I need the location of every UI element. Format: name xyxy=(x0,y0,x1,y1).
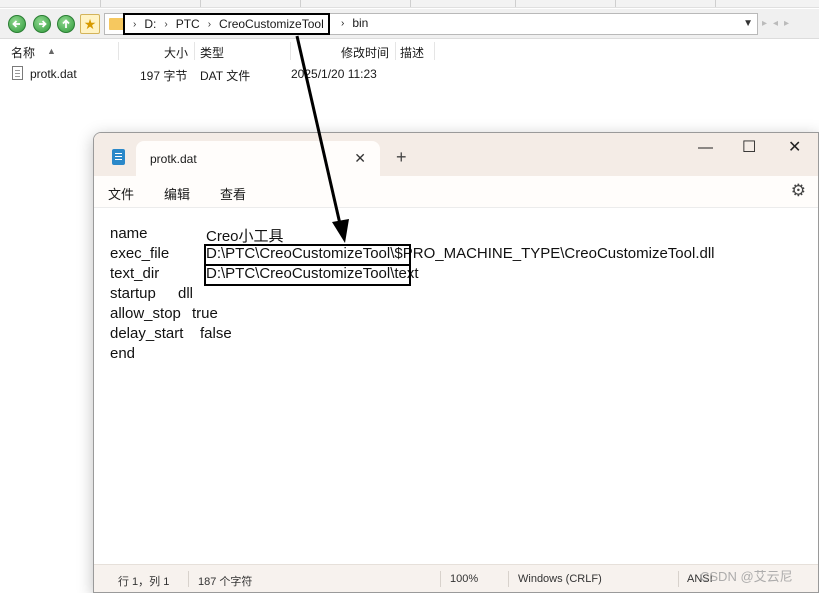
up-button[interactable] xyxy=(57,15,75,33)
document-icon xyxy=(12,66,23,80)
column-divider[interactable] xyxy=(118,42,119,60)
column-divider[interactable] xyxy=(290,42,291,60)
text-line: delay_start false xyxy=(110,325,232,342)
maximize-icon[interactable]: ☐ xyxy=(742,137,756,157)
status-line-ending: Windows (CRLF) xyxy=(518,573,602,585)
notepad-window: protk.dat ✕ + — ☐ ✕ 文件 编辑 查看 ⚙ name Creo… xyxy=(93,132,819,593)
menu-edit[interactable]: 编辑 xyxy=(164,184,190,203)
column-divider[interactable] xyxy=(194,42,195,60)
gear-icon[interactable]: ⚙ xyxy=(791,181,806,201)
path-highlight-box xyxy=(204,264,411,286)
close-tab-icon[interactable]: ✕ xyxy=(354,150,366,167)
tab-title: protk.dat xyxy=(150,152,197,166)
status-divider xyxy=(508,571,509,587)
file-name: protk.dat xyxy=(30,67,77,81)
back-arrow-icon xyxy=(12,20,20,28)
column-type[interactable]: 类型 xyxy=(200,44,224,61)
sort-up-icon: ▲ xyxy=(47,46,56,56)
menu-view[interactable]: 查看 xyxy=(220,184,246,203)
watermark: CSDN @艾云尼 xyxy=(700,569,793,584)
star-icon: ★ xyxy=(83,15,97,32)
column-divider[interactable] xyxy=(434,42,435,60)
breadcrumb-item[interactable]: › D: xyxy=(129,17,156,31)
notepad-app-icon xyxy=(112,149,125,165)
favorite-star-button[interactable]: ★ xyxy=(80,14,100,34)
text-line: end xyxy=(110,345,136,362)
up-arrow-icon xyxy=(62,19,70,28)
breadcrumb-highlight-box: › D: › PTC › CreoCustomizeTool xyxy=(123,13,330,35)
address-bar[interactable]: › D: › PTC › CreoCustomizeTool › bin ▼ xyxy=(104,13,758,35)
forward-arrow-icon xyxy=(39,20,47,28)
column-size[interactable]: 大小 xyxy=(164,44,188,61)
chevron-right-icon: › xyxy=(341,17,345,29)
breadcrumb-item[interactable]: › PTC xyxy=(156,17,199,31)
breadcrumb-item[interactable]: › CreoCustomizeTool xyxy=(200,17,324,31)
text-line: allow_stop true xyxy=(110,305,218,322)
chevron-right-icon: › xyxy=(133,18,137,30)
column-modified[interactable]: 修改时间 xyxy=(341,44,389,61)
address-dropdown-icon[interactable]: ▼ xyxy=(743,18,753,29)
notepad-title-bar: protk.dat ✕ + — ☐ ✕ xyxy=(94,133,818,176)
text-line: text_dir D:\PTC\CreoCustomizeTool\text xyxy=(110,265,419,282)
status-position: 行 1，列 1 xyxy=(118,576,170,588)
breadcrumb-item-bin[interactable]: › bin xyxy=(341,16,368,30)
file-modified: 2025/1/20 11:23 xyxy=(291,67,377,81)
text-line: name Creo小工具 xyxy=(110,225,284,245)
text-line: exec_file D:\PTC\CreoCustomizeTool\$PRO_… xyxy=(110,245,715,262)
notepad-tab[interactable]: protk.dat ✕ xyxy=(136,141,380,176)
status-divider xyxy=(188,571,189,587)
file-type: DAT 文件 xyxy=(200,69,251,83)
close-window-icon[interactable]: ✕ xyxy=(788,137,801,157)
column-divider[interactable] xyxy=(395,42,396,60)
menu-file[interactable]: 文件 xyxy=(108,184,134,203)
forward-button[interactable] xyxy=(33,15,51,33)
chevron-right-icon: › xyxy=(164,18,168,30)
column-desc[interactable]: 描述 xyxy=(400,44,424,61)
nav-extra-icons[interactable]: ▸◂▸ xyxy=(762,18,819,32)
file-size: 197 字节 xyxy=(140,69,188,83)
status-divider xyxy=(678,571,679,587)
path-highlight-box xyxy=(204,244,411,266)
minimize-icon[interactable]: — xyxy=(698,139,713,156)
status-char-count: 187 个字符 xyxy=(198,576,253,588)
notepad-menu-bar: 文件 编辑 查看 ⚙ xyxy=(94,176,818,208)
status-divider xyxy=(440,571,441,587)
text-line: startup dll xyxy=(110,285,194,302)
column-header-row: 名称 ▲ 大小 类型 修改时间 描述 xyxy=(0,40,819,62)
column-name[interactable]: 名称 xyxy=(11,44,35,61)
explorer-tab-strip xyxy=(0,0,819,8)
status-zoom[interactable]: 100% xyxy=(450,573,478,585)
file-row[interactable]: protk.dat 197 字节 DAT 文件 2025/1/20 11:23 xyxy=(0,64,400,84)
explorer-nav-bar: ★ › D: › PTC › CreoCustomizeTool › bin ▼ ▸◂▸ xyxy=(0,9,819,39)
chevron-right-icon: › xyxy=(207,18,212,30)
new-tab-plus-icon[interactable]: + xyxy=(396,147,407,168)
text-editor-area[interactable]: name Creo小工具 exec_file D:\PTC\CreoCustom… xyxy=(94,209,818,564)
back-button[interactable] xyxy=(8,15,26,33)
